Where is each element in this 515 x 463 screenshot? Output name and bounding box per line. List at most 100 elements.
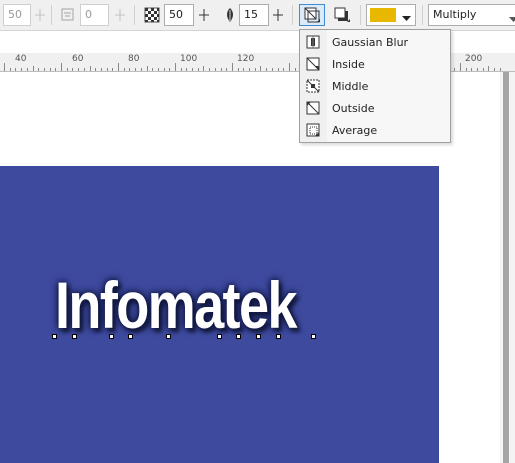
ruler-tick xyxy=(38,68,39,71)
menu-item-label: Inside xyxy=(332,57,365,71)
inside-icon xyxy=(306,57,320,71)
ruler-tick xyxy=(152,68,153,71)
ruler-tick xyxy=(209,68,210,71)
selection-handle[interactable] xyxy=(109,334,114,339)
gaussian-blur-icon xyxy=(306,35,320,49)
ruler-tick xyxy=(72,68,73,71)
selection-handle[interactable] xyxy=(128,334,133,339)
chevron-down-icon xyxy=(509,13,515,26)
ruler-tick xyxy=(278,68,279,71)
ruler-tick xyxy=(466,68,467,71)
feather-direction-icon xyxy=(304,7,320,23)
feather-icon xyxy=(222,4,238,26)
ruler-tick xyxy=(243,68,244,71)
menu-item-average[interactable]: Average xyxy=(300,119,450,141)
selection-handle[interactable] xyxy=(72,334,77,339)
ruler-label-80: 80 xyxy=(128,54,140,64)
menu-item-label: Middle xyxy=(332,79,369,93)
chevron-down-icon xyxy=(402,12,411,25)
ruler-tick xyxy=(500,68,501,71)
feather-spinner[interactable] xyxy=(270,4,286,26)
blend-mode-value: Multiply xyxy=(433,8,477,21)
ruler-tick xyxy=(164,68,165,71)
selection-handle[interactable] xyxy=(311,334,316,339)
ruler-tick xyxy=(272,68,273,71)
selection-handle[interactable] xyxy=(256,334,261,339)
ruler-tick xyxy=(215,68,216,71)
selection-handle[interactable] xyxy=(276,334,281,339)
ruler-tick xyxy=(15,68,16,71)
ruler-tick xyxy=(107,68,108,71)
ruler-tick xyxy=(129,68,130,71)
ruler-tick xyxy=(198,68,199,71)
ruler-tick xyxy=(50,68,51,71)
shadow-offset-spinner xyxy=(32,4,48,26)
ruler-label-120: 120 xyxy=(237,54,255,64)
ruler-tick xyxy=(226,68,227,71)
ruler-tick xyxy=(124,68,125,71)
selection-handle[interactable] xyxy=(166,334,171,339)
ruler-tick xyxy=(10,68,11,71)
opacity-field[interactable]: 50 xyxy=(164,4,194,26)
ruler-label-60: 60 xyxy=(72,54,84,64)
selection-handle[interactable] xyxy=(217,334,222,339)
ruler-tick xyxy=(175,63,176,71)
menu-item-label: Average xyxy=(332,123,378,137)
ruler-tick xyxy=(169,68,170,71)
feather-direction-menu: Gaussian Blur Inside Middle Outside Aver… xyxy=(299,29,451,143)
ruler-tick xyxy=(192,68,193,71)
shadow-angle-icon xyxy=(58,4,78,26)
property-bar: 50 0 50 15 Multiply xyxy=(0,0,515,31)
ruler-tick xyxy=(477,68,478,71)
ruler-tick xyxy=(27,68,28,71)
menu-item-middle[interactable]: Middle xyxy=(300,75,450,97)
ruler-tick xyxy=(21,68,22,71)
ruler-tick xyxy=(112,68,113,71)
ruler-tick xyxy=(44,68,45,71)
ruler-tick xyxy=(181,68,182,71)
feather-direction-button[interactable] xyxy=(299,4,325,26)
shadow-angle-field: 0 xyxy=(80,4,109,26)
selection-handle[interactable] xyxy=(52,334,57,339)
opacity-icon xyxy=(142,4,162,26)
scrollbar-thumb[interactable] xyxy=(503,72,509,463)
ruler-tick xyxy=(158,68,159,71)
selection-handle[interactable] xyxy=(236,334,241,339)
ruler-label-40: 40 xyxy=(15,54,27,64)
ruler-tick xyxy=(90,66,91,71)
ruler-label-200: 200 xyxy=(465,54,483,64)
ruler-tick xyxy=(232,63,233,71)
spinner-icon xyxy=(115,9,125,21)
ruler-tick xyxy=(266,68,267,71)
feather-field[interactable]: 15 xyxy=(239,4,269,26)
vertical-scrollbar[interactable] xyxy=(500,72,515,463)
menu-item-outside[interactable]: Outside xyxy=(300,97,450,119)
spinner-icon xyxy=(273,9,283,21)
opacity-spinner[interactable] xyxy=(196,4,212,26)
ruler-tick xyxy=(84,68,85,71)
ruler-tick xyxy=(249,68,250,71)
ruler-tick xyxy=(118,63,119,71)
headline-text[interactable]: Infomatek xyxy=(55,272,298,338)
menu-item-inside[interactable]: Inside xyxy=(300,53,450,75)
average-icon xyxy=(306,123,320,137)
menu-item-label: Outside xyxy=(332,101,375,115)
ruler-tick xyxy=(238,68,239,71)
ruler-tick xyxy=(295,68,296,71)
ruler-label-100: 100 xyxy=(180,54,198,64)
shadow-color-swatch xyxy=(370,8,396,22)
ruler-tick xyxy=(95,68,96,71)
shadow-offset-field: 50 xyxy=(3,4,31,26)
shadow-color-picker[interactable] xyxy=(366,4,416,26)
menu-item-gaussian-blur[interactable]: Gaussian Blur xyxy=(300,31,450,53)
ruler-tick xyxy=(488,66,489,71)
spinner-icon xyxy=(199,9,209,21)
ruler-tick xyxy=(61,63,62,71)
ruler-tick xyxy=(283,68,284,71)
ruler-tick xyxy=(289,63,290,71)
ruler-tick xyxy=(260,66,261,71)
blend-mode-select[interactable]: Multiply xyxy=(428,4,515,26)
feather-edge-button[interactable] xyxy=(330,4,354,26)
ruler-tick xyxy=(67,68,68,71)
shadow-angle-spinner xyxy=(112,4,128,26)
